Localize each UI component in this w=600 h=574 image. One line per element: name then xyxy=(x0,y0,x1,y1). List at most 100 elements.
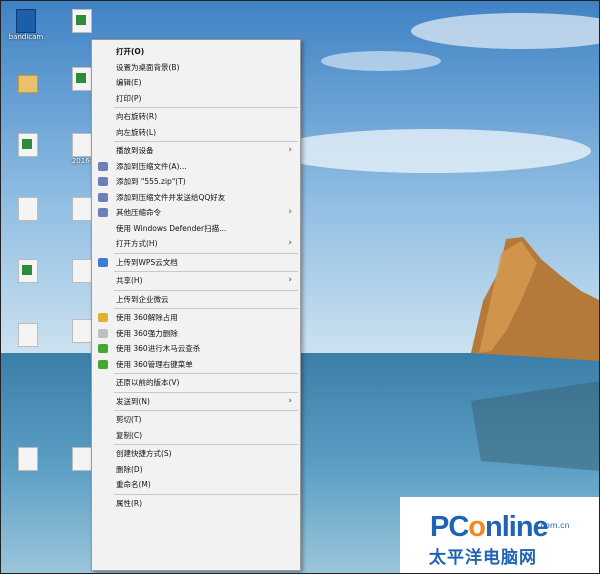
menu-item-label: 使用 Windows Defender扫描... xyxy=(116,223,227,233)
context-menu-item[interactable]: 创建快捷方式(S) xyxy=(92,446,300,461)
menu-item-label: 向右旋转(R) xyxy=(116,112,158,121)
desktop-icon-area: bandicam 2016- xyxy=(1,1,101,573)
unlock-360-icon xyxy=(98,313,108,322)
context-menu-item[interactable]: 还原以前的版本(V) xyxy=(92,375,300,390)
desktop-icon[interactable] xyxy=(9,71,47,93)
file-icon xyxy=(72,319,92,343)
menu-separator xyxy=(114,141,298,142)
cloud-icon xyxy=(98,257,108,267)
menu-item-label: 添加到 "555.zip"(T) xyxy=(116,177,186,186)
menu-item-label: 使用 360进行木马云查杀 xyxy=(116,344,201,353)
context-menu-item[interactable]: 其他压缩命令 › xyxy=(92,205,300,220)
desktop-icon[interactable] xyxy=(9,323,47,347)
menu-item-label: 其他压缩命令 xyxy=(116,208,161,217)
context-menu-item[interactable]: 使用 360管理右键菜单 xyxy=(92,357,300,372)
context-menu-item[interactable]: 向右旋转(R) xyxy=(92,109,300,124)
context-menu-item[interactable]: 打开方式(H) › xyxy=(92,236,300,251)
context-menu-item[interactable]: 添加到压缩文件并发送给QQ好友 xyxy=(92,190,300,205)
archive-icon xyxy=(98,177,108,186)
context-menu-item[interactable]: 打开(O) xyxy=(92,44,300,59)
context-menu-item[interactable]: 向左旋转(L) xyxy=(92,125,300,140)
menu-item-label: 上传到企业微云 xyxy=(116,294,169,304)
file-icon xyxy=(72,447,92,471)
desktop-icon[interactable] xyxy=(9,197,47,221)
desktop-icon[interactable]: bandicam xyxy=(7,9,45,41)
menu-separator xyxy=(114,308,298,309)
menu-item-label: 发送到(N) xyxy=(116,396,150,406)
archive-icon xyxy=(98,192,108,202)
desktop-icon[interactable] xyxy=(9,259,47,283)
context-menu-item[interactable]: 共享(H) › xyxy=(92,273,300,288)
desktop-icon[interactable] xyxy=(9,447,47,471)
context-menu-item[interactable]: 使用 Windows Defender扫描... xyxy=(92,221,300,236)
context-menu-item[interactable]: 使用 360进行木马云查杀 xyxy=(92,341,300,356)
file-icon xyxy=(72,9,92,33)
file-icon xyxy=(16,9,36,33)
desktop-icon[interactable] xyxy=(63,9,101,33)
menu-separator xyxy=(114,493,298,495)
watermark-domain: .com.cn xyxy=(538,521,570,530)
context-menu-item[interactable]: 删除(D) xyxy=(92,462,300,477)
menu-item-label: 播放到设备 xyxy=(116,146,154,155)
context-menu-item[interactable]: 添加到 "555.zip"(T) xyxy=(92,174,300,189)
menu-separator xyxy=(114,373,298,374)
archive-icon xyxy=(98,208,108,217)
menu-separator xyxy=(114,271,298,272)
file-icon xyxy=(18,323,38,347)
menu-item-label: 剪切(T) xyxy=(116,415,142,424)
context-menu-item[interactable]: 上传到WPS云文档 xyxy=(92,255,300,270)
menu-item-label: 使用 360管理右键菜单 xyxy=(116,359,193,369)
file-icon xyxy=(18,197,38,221)
desktop-icon-label: bandicam xyxy=(8,33,44,41)
file-icon xyxy=(72,133,92,157)
menu-item-label: 添加到压缩文件并发送给QQ好友 xyxy=(116,192,226,202)
menu-item-label: 设置为桌面背景(B) xyxy=(116,62,180,72)
context-menu-item[interactable]: 添加到压缩文件(A)... xyxy=(92,159,300,174)
file-icon xyxy=(72,67,92,91)
menu-item-label: 向左旋转(L) xyxy=(116,127,157,137)
chevron-right-icon: › xyxy=(288,395,292,406)
context-menu-item[interactable]: 编辑(E) xyxy=(92,75,300,90)
menu-item-label: 删除(D) xyxy=(116,464,143,474)
chevron-right-icon: › xyxy=(288,238,292,248)
menu-separator xyxy=(114,252,298,254)
context-menu-item[interactable]: 发送到(N) › xyxy=(92,394,300,409)
context-menu-item[interactable]: 使用 360解除占用 xyxy=(92,310,300,325)
menu-item-label: 添加到压缩文件(A)... xyxy=(116,161,187,171)
menu-item-label: 使用 360解除占用 xyxy=(116,313,178,322)
menu-item-label: 属性(R) xyxy=(116,498,143,508)
context-menu-item[interactable]: 重命名(M) xyxy=(92,477,300,492)
screenshot-frame: bandicam 2016- 打开(O) 设置为桌面背景(B) 编辑(E) 打印(P) 向… xyxy=(0,0,600,574)
desktop-icon[interactable] xyxy=(9,133,47,157)
menu-item-label: 使用 360强力删除 xyxy=(116,328,178,338)
context-menu-item[interactable]: 播放到设备 › xyxy=(92,143,300,158)
context-menu-item[interactable]: 上传到企业微云 xyxy=(92,292,300,307)
menu-item-label: 还原以前的版本(V) xyxy=(116,378,180,387)
menu-separator xyxy=(114,410,298,411)
context-menu-item[interactable]: 设置为桌面背景(B) xyxy=(92,60,300,75)
menu-separator xyxy=(114,107,298,108)
menu-360-icon xyxy=(98,359,108,369)
context-menu-item[interactable]: 属性(R) xyxy=(92,496,300,511)
menu-item-label: 编辑(E) xyxy=(116,78,142,87)
menu-item-label: 上传到WPS云文档 xyxy=(116,257,178,267)
menu-item-label: 重命名(M) xyxy=(116,480,151,489)
context-menu-item[interactable]: 复制(C) xyxy=(92,428,300,443)
watermark-brand: PConline xyxy=(430,511,549,543)
menu-item-label: 打印(P) xyxy=(116,93,142,103)
context-menu-item[interactable]: 使用 360强力删除 xyxy=(92,326,300,341)
file-icon xyxy=(72,259,92,283)
file-icon xyxy=(18,133,38,157)
chevron-right-icon: › xyxy=(288,207,292,217)
menu-separator xyxy=(114,289,298,291)
chevron-right-icon: › xyxy=(288,275,292,285)
menu-item-label: 复制(C) xyxy=(116,430,143,440)
menu-separator xyxy=(114,444,298,445)
menu-separator xyxy=(114,391,298,393)
menu-item-label: 创建快捷方式(S) xyxy=(116,449,172,458)
context-menu-item[interactable]: 打印(P) xyxy=(92,91,300,106)
archive-icon xyxy=(98,161,108,171)
pconline-watermark: PConline .com.cn 太平洋电脑网 xyxy=(400,497,599,573)
menu-item-label: 共享(H) xyxy=(116,276,143,285)
context-menu-item[interactable]: 剪切(T) xyxy=(92,412,300,427)
